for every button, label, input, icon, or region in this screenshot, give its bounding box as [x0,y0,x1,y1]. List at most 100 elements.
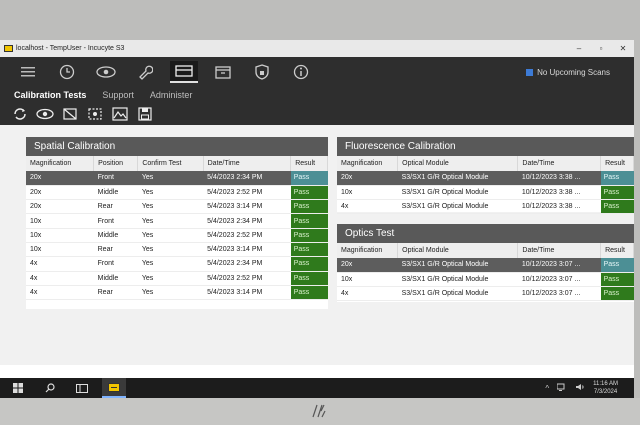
table-cell: Front [93,213,138,229]
view-eye-icon[interactable] [92,61,120,83]
table-row[interactable]: 4x Front Yes 5/4/2023 2:34 PM Pass [26,256,328,272]
clock-time: 11:16 AM [593,381,618,387]
scan-status-text: No Upcoming Scans [537,67,610,77]
table-row[interactable]: 10x S3/SX1 G/R Optical Module 10/12/2023 3… [337,272,634,288]
table-cell: 4x [26,256,94,272]
column-header[interactable]: Result [290,156,328,171]
table-cell: Yes [137,171,204,186]
column-header[interactable]: Date/Time [203,156,292,171]
table-row[interactable]: 20x Middle Yes 5/4/2023 2:52 PM Pass [26,185,328,201]
window-title: localhost - TempUser - Incucyte S3 [16,45,125,52]
content-area: Spatial Calibration Magnification Positio… [0,125,634,365]
preview-eye-icon[interactable] [35,106,55,122]
focus-crosshair-icon[interactable] [60,106,80,122]
result-cell: Pass [600,199,634,215]
windows-taskbar: ^ 11:16 AM 7/3/2024 [0,378,634,398]
save-disk-icon[interactable] [135,106,155,122]
vessel-tray-icon[interactable] [209,61,237,83]
network-icon[interactable] [556,383,567,393]
tab-bar: Calibration Tests Support Administer [0,87,634,103]
tab-support[interactable]: Support [102,90,134,100]
menu-icon[interactable] [14,61,42,83]
column-header[interactable]: Result [600,243,634,258]
table-row[interactable]: 20x Front Yes 5/4/2023 2:34 PM Pass [26,171,328,186]
table-cell: S3/SX1 G/R Optical Module [397,286,518,302]
table-cell: Yes [137,199,204,215]
table-row[interactable]: 20x Rear Yes 5/4/2023 3:14 PM Pass [26,199,328,215]
minimize-button[interactable]: – [568,44,590,53]
column-header[interactable]: Optical Module [397,156,519,171]
security-shield-icon[interactable] [248,61,276,83]
table-cell: 4x [26,271,94,286]
tab-calibration-tests[interactable]: Calibration Tests [14,90,86,100]
image-graph-icon[interactable] [110,106,130,122]
wrench-icon[interactable] [131,61,159,83]
table-cell: 4x [26,285,94,301]
windows-start-icon[interactable] [6,378,30,398]
tool-row [0,103,634,125]
table-cell: 10x [337,272,398,288]
table-row[interactable]: 20x S3/SX1 G/R Optical Module 10/12/2023 3… [337,258,634,273]
result-cell: Pass [290,271,328,286]
result-cell: Pass [290,199,328,215]
table-cell: Yes [137,213,204,229]
scan-status-icon [526,68,534,76]
table-cell: Rear [93,242,138,258]
taskbar-clock[interactable]: 11:16 AM 7/3/2024 [593,380,618,396]
fluorescence-calibration-table: Magnification Optical Module Date/Time Resu… [337,156,634,215]
monitor-bezel-top [0,0,640,40]
tab-administer[interactable]: Administer [150,90,193,100]
table-cell: 5/4/2023 2:34 PM [203,171,291,186]
table-row[interactable]: 4x S3/SX1 G/R Optical Module 10/12/2023 3:… [337,286,634,302]
table-cell: Rear [93,199,138,215]
column-header[interactable]: Optical Module [397,243,519,258]
spatial-calibration-title: Spatial Calibration [26,137,328,156]
table-row[interactable]: 10x Middle Yes 5/4/2023 2:52 PM Pass [26,228,328,243]
schedule-clock-icon[interactable] [53,61,81,83]
table-row[interactable]: 4x S3/SX1 G/R Optical Module 10/12/2023 3:… [337,199,634,215]
table-cell: S3/SX1 G/R Optical Module [397,272,518,288]
fluorescence-calibration-panel: Fluorescence Calibration Magnification Op… [337,137,634,215]
optics-test-table: Magnification Optical Module Date/Time Resu… [337,243,634,302]
info-icon[interactable] [287,61,315,83]
tray-chevron-icon[interactable]: ^ [545,384,549,393]
result-cell: Pass [600,258,634,273]
app-toolbar: No Upcoming Scans [0,57,634,87]
table-row[interactable]: 10x S3/SX1 G/R Optical Module 10/12/2023 3… [337,185,634,201]
spatial-target-icon[interactable] [85,106,105,122]
table-cell: 20x [337,171,398,186]
clock-date: 7/3/2024 [593,389,618,395]
spatial-calibration-panel: Spatial Calibration Magnification Positio… [26,137,328,309]
result-cell: Pass [290,256,328,272]
result-cell: Pass [290,228,328,243]
table-cell: Middle [93,271,138,286]
scan-status: No Upcoming Scans [526,68,610,77]
table-row[interactable]: 4x Middle Yes 5/4/2023 2:52 PM Pass [26,271,328,286]
refresh-icon[interactable] [10,106,30,122]
column-header[interactable]: Position [93,156,139,171]
result-cell: Pass [600,286,634,302]
result-cell: Pass [600,272,634,288]
maximize-button[interactable]: ▫ [590,44,612,53]
table-row[interactable]: 20x S3/SX1 G/R Optical Module 10/12/2023 3… [337,171,634,186]
column-header[interactable]: Magnification [337,243,399,258]
screen: localhost - TempUser - Incucyte S3 – ▫ ✕ [0,40,634,398]
column-header[interactable]: Result [600,156,634,171]
task-view-icon[interactable] [70,378,94,398]
column-header[interactable]: Magnification [337,156,399,171]
search-icon[interactable] [38,378,62,398]
column-header[interactable]: Date/Time [517,156,602,171]
close-button[interactable]: ✕ [612,44,634,53]
column-header[interactable]: Date/Time [517,243,602,258]
instrument-icon[interactable] [170,61,198,83]
monitor-bezel-right [634,40,640,398]
table-cell: 10/12/2023 3:38 ... [517,199,601,215]
table-row[interactable]: 10x Front Yes 5/4/2023 2:34 PM Pass [26,213,328,229]
volume-icon[interactable] [575,383,585,393]
table-row[interactable]: 10x Rear Yes 5/4/2023 3:14 PM Pass [26,242,328,258]
incucyte-taskbar-icon[interactable] [102,378,126,398]
column-header[interactable]: Magnification [26,156,95,171]
column-header[interactable]: Confirm Test [137,156,204,171]
table-row[interactable]: 4x Rear Yes 5/4/2023 3:14 PM Pass [26,285,328,301]
table-cell: Yes [137,242,204,258]
